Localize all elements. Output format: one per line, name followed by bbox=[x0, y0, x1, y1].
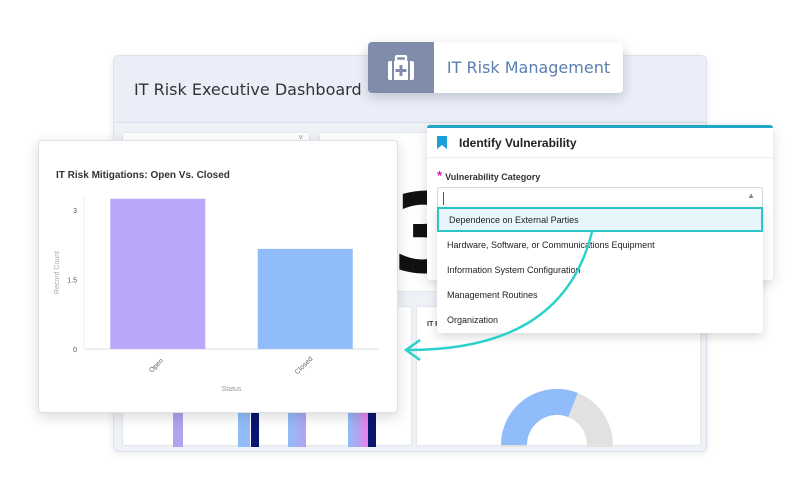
form-title: Identify Vulnerability bbox=[459, 135, 577, 150]
dropdown-option[interactable]: Organization bbox=[437, 308, 763, 333]
dropdown-option[interactable]: Hardware, Software, or Communications Eq… bbox=[437, 232, 763, 257]
chart-card: IT Risk Mitigations: Open Vs. Closed 0 1.… bbox=[38, 140, 398, 413]
x-tick-label: Open bbox=[148, 357, 165, 374]
x-axis-title: Status bbox=[222, 386, 242, 393]
bar-chart: 0 1.5 3 Open Closed Status Record Count bbox=[54, 196, 379, 393]
bar-closed bbox=[257, 248, 353, 349]
field-label: * Vulnerability Category bbox=[437, 168, 540, 183]
field-label-text: Vulnerability Category bbox=[445, 172, 541, 182]
y-tick-label: 3 bbox=[73, 208, 77, 215]
vulnerability-category-input[interactable]: ▲ bbox=[437, 187, 763, 209]
bar-open bbox=[110, 198, 206, 349]
category-dropdown-list: Dependence on External Parties Hardware,… bbox=[437, 207, 763, 333]
text-cursor bbox=[443, 192, 444, 205]
app-badge[interactable]: IT Risk Management bbox=[368, 42, 623, 93]
y-tick-label: 0 bbox=[73, 347, 77, 354]
dropdown-option[interactable]: Information System Configuration bbox=[437, 257, 763, 282]
app-name: IT Risk Management bbox=[446, 58, 611, 77]
medical-kit-icon bbox=[368, 42, 434, 93]
required-icon: * bbox=[437, 168, 443, 183]
chevron-up-icon[interactable]: ▲ bbox=[747, 191, 755, 200]
dropdown-option[interactable]: Management Routines bbox=[437, 283, 763, 308]
dashboard-title: IT Risk Executive Dashboard bbox=[134, 80, 362, 99]
dropdown-option[interactable]: Dependence on External Parties bbox=[437, 207, 763, 233]
y-tick-label: 1.5 bbox=[67, 277, 77, 284]
x-tick-label: Closed bbox=[294, 356, 314, 376]
y-axis-title: Record Count bbox=[54, 251, 61, 294]
form-header: Identify Vulnerability bbox=[427, 128, 773, 158]
bookmark-icon bbox=[437, 136, 447, 149]
